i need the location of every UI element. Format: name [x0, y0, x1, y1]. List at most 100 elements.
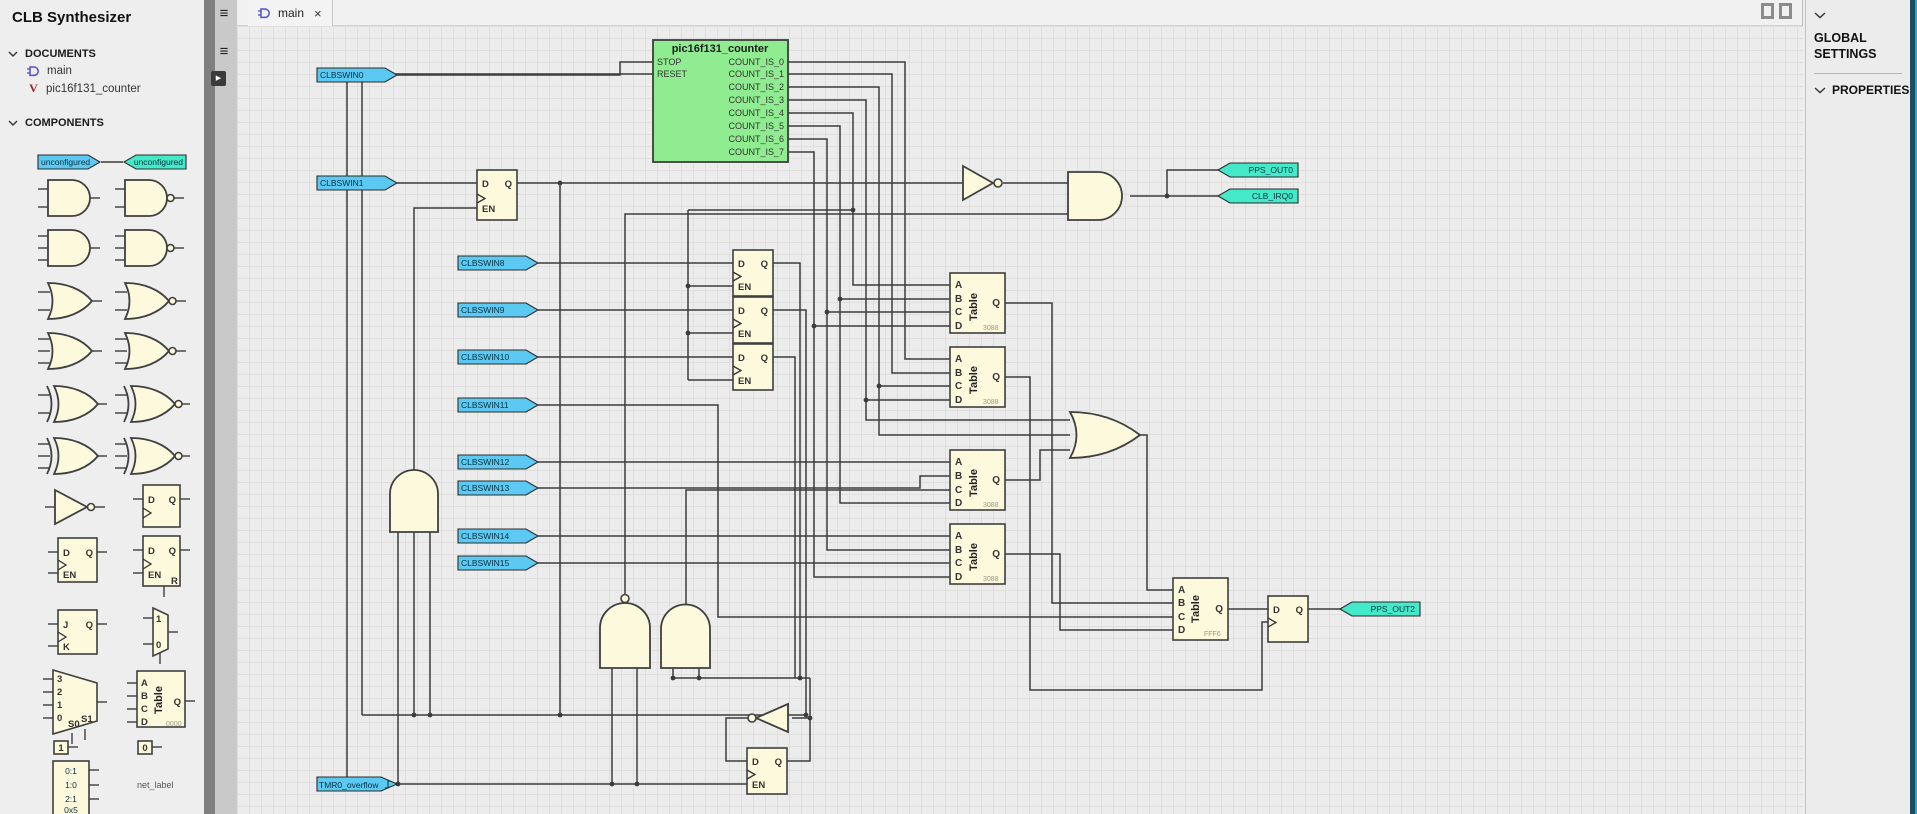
- flag-label: CLBSWIN9: [461, 305, 505, 315]
- palette-or2-gate[interactable]: [38, 283, 102, 319]
- palette-mux4[interactable]: 3 2 1 0 S0 S1: [43, 670, 107, 744]
- palette-and2-gate[interactable]: [38, 180, 100, 216]
- dff-en-2[interactable]: D Q EN: [733, 250, 773, 296]
- pin-label: B: [955, 471, 962, 482]
- split-view-icon[interactable]: [1761, 3, 1792, 19]
- palette-mux2[interactable]: 1 0: [143, 608, 178, 664]
- palette-output-flag[interactable]: unconfigured: [124, 155, 186, 169]
- flag-label: CLBSWIN8: [461, 258, 505, 268]
- table-block-2[interactable]: A B C D Table Q 3088: [950, 347, 1005, 407]
- flag-label: CLBSWIN1: [320, 178, 364, 188]
- or-gate-mid[interactable]: [1070, 412, 1140, 458]
- and-gate-vertical-left[interactable]: [390, 470, 438, 532]
- nand-gate-vertical[interactable]: [600, 595, 650, 669]
- palette-const-one[interactable]: 1: [54, 741, 78, 754]
- counter-block[interactable]: pic16f131_counter STOP RESET COUNT_IS_0 …: [653, 40, 788, 162]
- table-block-5[interactable]: A B C D Table Q FFF6: [1173, 578, 1228, 640]
- output-flag-pps-out2[interactable]: PPS_OUT2: [1340, 602, 1420, 616]
- tab-main[interactable]: main ×: [248, 0, 333, 26]
- panel-splitter[interactable]: ≡ ≡ ▶: [204, 0, 237, 814]
- pin-label: C: [955, 307, 962, 318]
- table-block-3[interactable]: A B C D Table Q 3088: [950, 450, 1005, 510]
- pin-label: EN: [738, 376, 751, 387]
- seq-row: 0x5: [64, 805, 78, 814]
- dff-output[interactable]: D Q: [1268, 596, 1308, 642]
- palette-nand3-gate[interactable]: [115, 230, 184, 266]
- flag-label: CLBSWIN13: [461, 483, 509, 493]
- palette-xnor2-gate[interactable]: [115, 386, 190, 422]
- input-flag-clbswin12[interactable]: CLBSWIN12: [458, 455, 538, 469]
- not-gate-feedback[interactable]: [748, 704, 788, 732]
- chevron-down-icon[interactable]: [1814, 12, 1826, 19]
- input-flag-clbswin11[interactable]: CLBSWIN11: [458, 398, 538, 412]
- flag-label: PPS_OUT2: [1371, 604, 1416, 614]
- schematic-canvas[interactable]: pic16f131_counter STOP RESET COUNT_IS_0 …: [237, 26, 1803, 814]
- palette-xnor3-gate[interactable]: [115, 438, 190, 474]
- palette-or3-gate[interactable]: [38, 333, 102, 369]
- pin-label: D: [63, 548, 70, 559]
- pin-label: 1: [57, 700, 63, 711]
- palette-input-flag[interactable]: unconfigured: [38, 155, 100, 169]
- palette-table[interactable]: A B C D Table Q 0000: [127, 671, 195, 728]
- run-button[interactable]: ▶: [211, 71, 226, 86]
- palette-nand2-gate[interactable]: [115, 180, 184, 216]
- table-label: Table: [968, 543, 980, 571]
- palette-sequence-block[interactable]: 0:1 1:0 2:1 0x5: [53, 761, 99, 814]
- table-label: Table: [968, 469, 980, 497]
- input-flag-clbswin8[interactable]: CLBSWIN8: [458, 256, 538, 270]
- dff-en-4[interactable]: D Q EN: [733, 344, 773, 390]
- palette-net-label[interactable]: net_label: [137, 780, 174, 790]
- pin-label: A: [955, 457, 962, 468]
- output-flag-pps-out0[interactable]: PPS_OUT0: [1218, 163, 1298, 177]
- palette-dff[interactable]: D Q: [133, 485, 190, 527]
- pin-label: B: [1178, 598, 1185, 609]
- input-flag-clbswin9[interactable]: CLBSWIN9: [458, 303, 538, 317]
- table-code: 3088: [983, 576, 999, 583]
- splitter-grip-icon[interactable]: ≡: [216, 8, 232, 20]
- tab-close-icon[interactable]: ×: [314, 6, 322, 21]
- splitter-grip-icon[interactable]: ≡: [216, 46, 232, 58]
- palette-not-gate[interactable]: [45, 490, 105, 524]
- palette-xor2-gate[interactable]: [38, 386, 107, 422]
- palette-and3-gate[interactable]: [38, 230, 100, 266]
- and-gate-irq[interactable]: [1068, 172, 1122, 220]
- flag-label: CLBSWIN12: [461, 457, 509, 467]
- pin-label: B: [955, 368, 962, 379]
- pin-label: B: [141, 691, 148, 702]
- input-flag-clbswin1[interactable]: CLBSWIN1: [317, 176, 397, 190]
- properties-header[interactable]: PROPERTIES: [1814, 83, 1902, 97]
- counter-pin-out: COUNT_IS_1: [728, 69, 784, 79]
- and-gate-vertical-right[interactable]: [661, 605, 710, 669]
- input-flag-tmr0-overflow[interactable]: TMR0_overflow: [317, 777, 397, 791]
- palette-dff-en[interactable]: D Q EN: [48, 538, 107, 582]
- palette-xor3-gate[interactable]: [38, 438, 107, 474]
- pin-label: Q: [992, 475, 1000, 486]
- palette-const-zero[interactable]: 0: [138, 741, 162, 754]
- pin-label: Q: [761, 306, 768, 317]
- dff-en-3[interactable]: D Q EN: [733, 297, 773, 343]
- not-gate-top[interactable]: [963, 166, 1002, 200]
- dff-en-bottom[interactable]: D Q EN: [747, 748, 787, 794]
- pin-label: D: [738, 306, 745, 317]
- pin-label: EN: [148, 570, 161, 581]
- table-block-1[interactable]: A B C D Table Q 3088: [950, 273, 1005, 333]
- counter-pin-out: COUNT_IS_5: [728, 121, 784, 131]
- table-block-4[interactable]: A B C D Table Q 3088: [950, 524, 1005, 584]
- palette-nor2-gate[interactable]: [115, 283, 186, 319]
- pin-label: C: [1178, 612, 1185, 623]
- input-flag-clbswin10[interactable]: CLBSWIN10: [458, 350, 538, 364]
- palette-jkff[interactable]: J Q K: [48, 610, 107, 654]
- input-flag-clbswin13[interactable]: CLBSWIN13: [458, 481, 538, 495]
- global-settings-header[interactable]: GLOBAL SETTINGS: [1814, 30, 1902, 62]
- dff-en-1[interactable]: D Q EN: [477, 170, 517, 220]
- input-flag-clbswin14[interactable]: CLBSWIN14: [458, 529, 538, 543]
- wire-junctions: [345, 72, 1170, 787]
- palette-dff-en-r[interactable]: D Q EN R: [133, 536, 190, 597]
- counter-pin-out: COUNT_IS_2: [728, 82, 784, 92]
- palette-nor3-gate[interactable]: [115, 333, 186, 369]
- input-flag-clbswin0[interactable]: CLBSWIN0: [317, 68, 397, 82]
- component-palette: unconfigured unconfigured: [0, 0, 204, 814]
- clb-synthesizer-app: CLB Synthesizer DOCUMENTS main V pic16f1…: [0, 0, 1917, 814]
- input-flag-clbswin15[interactable]: CLBSWIN15: [458, 556, 538, 570]
- output-flag-clb-irq0[interactable]: CLB_IRQ0: [1218, 189, 1298, 203]
